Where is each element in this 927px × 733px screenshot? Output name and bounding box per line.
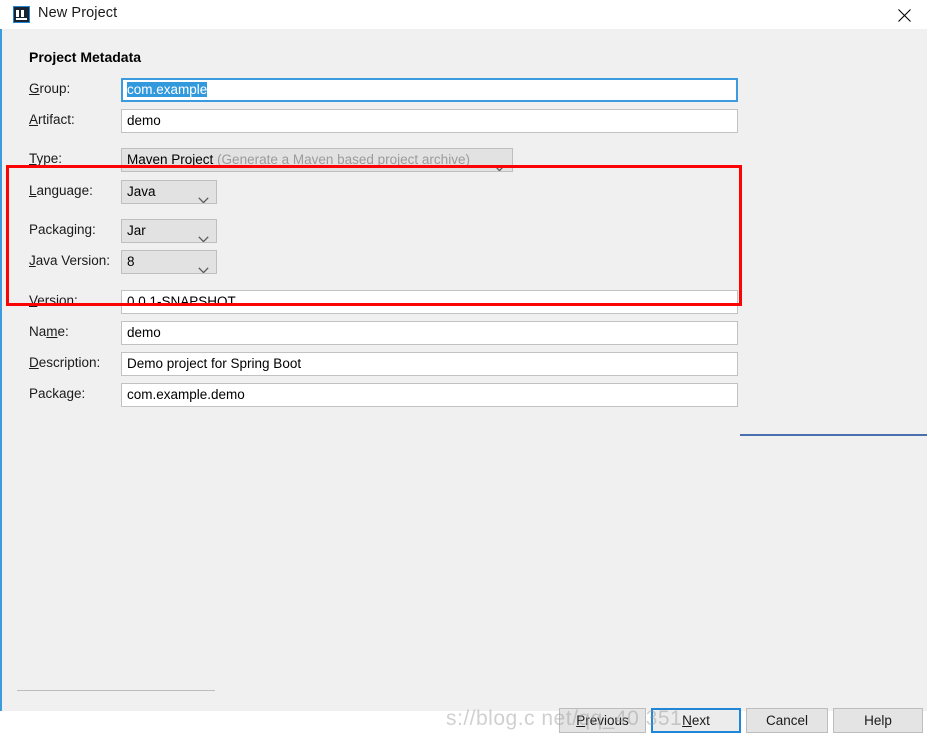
bottom-separator [17,690,215,691]
label-package: Package: [29,386,86,401]
packaging-dropdown[interactable]: Jar [121,219,217,243]
packaging-value: Jar [127,223,146,238]
type-dropdown[interactable]: Maven Project (Generate a Maven based pr… [121,148,513,172]
group-input[interactable]: com.example [121,78,738,102]
label-java-version: Java Version: [29,253,111,268]
language-dropdown[interactable]: Java [121,180,217,204]
label-group: Group: [29,81,71,96]
label-packaging: Packaging: [29,222,96,237]
package-input[interactable]: com.example.demo [121,383,738,407]
type-hint: (Generate a Maven based project archive) [217,152,470,167]
title-bar: New Project [0,0,927,30]
chevron-down-icon [198,259,209,273]
close-icon[interactable] [881,0,927,29]
help-button[interactable]: Help [833,708,923,733]
blue-underline-rule [740,434,927,436]
label-description: Description: [29,355,101,370]
chevron-down-icon [494,157,505,171]
label-version: Version: [29,293,78,308]
version-input[interactable]: 0.0.1-SNAPSHOT [121,290,738,314]
new-project-dialog: Project Metadata Group: com.example Arti… [0,29,927,733]
artifact-input[interactable]: demo [121,109,738,133]
language-value: Java [127,184,156,199]
label-artifact: Artifact: [29,112,75,127]
java-version-dropdown[interactable]: 8 [121,250,217,274]
cancel-button[interactable]: Cancel [746,708,828,733]
java-version-value: 8 [127,254,135,269]
label-name: Name: [29,324,69,339]
label-language: Language: [29,183,93,198]
annotation-highlight-box [6,165,742,306]
chevron-down-icon [198,189,209,203]
type-value: Maven Project [127,152,214,167]
intellij-idea-icon [13,6,30,23]
label-type: Type: [29,151,63,166]
page-title: Project Metadata [29,49,142,65]
chevron-down-icon [198,228,209,242]
name-input[interactable]: demo [121,321,738,345]
description-input[interactable]: Demo project for Spring Boot [121,352,738,376]
next-button[interactable]: Next [651,708,741,733]
previous-button[interactable]: Previous [559,708,646,733]
window-title: New Project [38,5,118,21]
